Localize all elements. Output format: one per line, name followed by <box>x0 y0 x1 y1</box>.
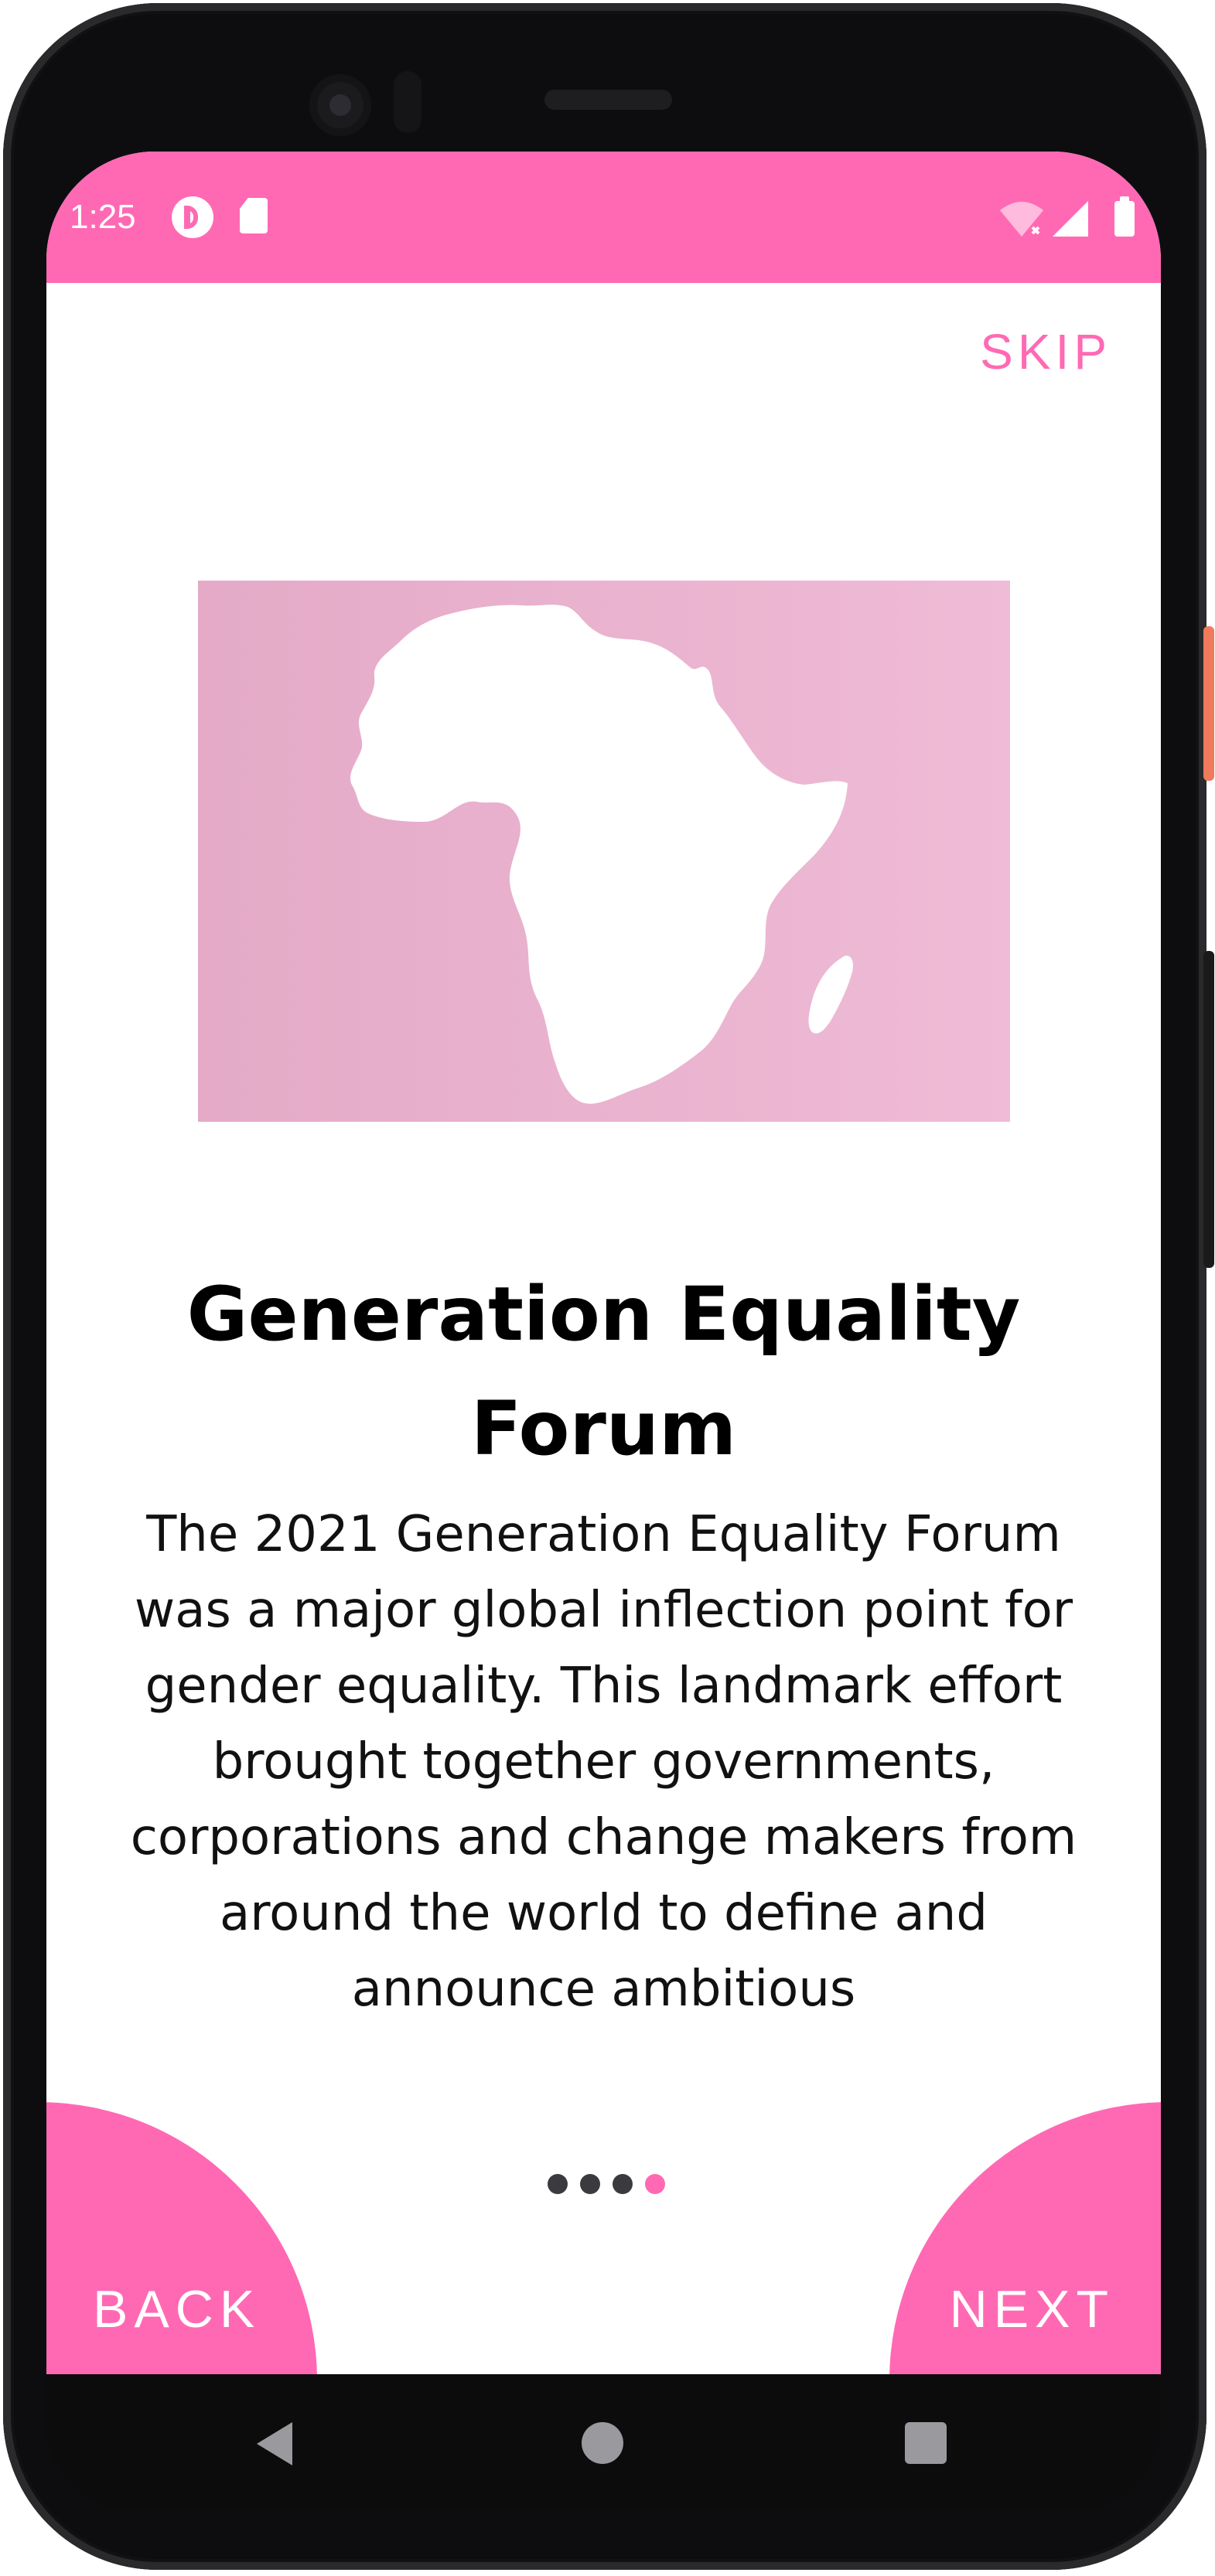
africa-map-icon <box>350 605 854 1104</box>
system-navigation-bar <box>46 2374 1161 2510</box>
skip-button[interactable]: SKIP <box>980 323 1111 380</box>
page-dot <box>613 2174 633 2194</box>
wifi-icon <box>1000 202 1043 237</box>
battery-icon <box>1114 196 1135 237</box>
page-dot <box>580 2174 600 2194</box>
page-dot-active <box>645 2174 665 2194</box>
description-scroll[interactable]: The 2021 Generation Equality Forum was a… <box>93 1497 1114 2262</box>
page-title: Generation Equality Forum <box>186 1271 1021 1472</box>
power-button <box>1203 626 1214 781</box>
status-bar: 1:25 <box>46 152 1161 283</box>
app-notification-icon <box>172 196 213 238</box>
nav-recents-icon[interactable] <box>905 2422 947 2464</box>
nav-back-icon[interactable] <box>257 2422 292 2465</box>
page-description: The 2021 Generation Equality Forum was a… <box>130 1506 1077 2018</box>
status-time: 1:25 <box>70 198 136 236</box>
nav-home-icon[interactable] <box>582 2422 623 2464</box>
sd-card-icon <box>240 198 268 233</box>
app-screen: 1:25 SKIP Generation Equality Forum The … <box>46 152 1161 2374</box>
next-button[interactable]: NEXT <box>950 2279 1114 2339</box>
front-camera <box>309 74 371 136</box>
status-icons-right <box>1000 196 1135 237</box>
page-indicator <box>548 2174 665 2197</box>
back-button[interactable]: BACK <box>93 2279 261 2339</box>
earpiece-speaker <box>544 90 672 110</box>
page-dot <box>548 2174 568 2194</box>
hero-image <box>198 581 1010 1122</box>
cellular-signal-icon <box>1053 201 1088 237</box>
volume-button <box>1203 951 1214 1268</box>
proximity-sensor <box>394 71 421 133</box>
